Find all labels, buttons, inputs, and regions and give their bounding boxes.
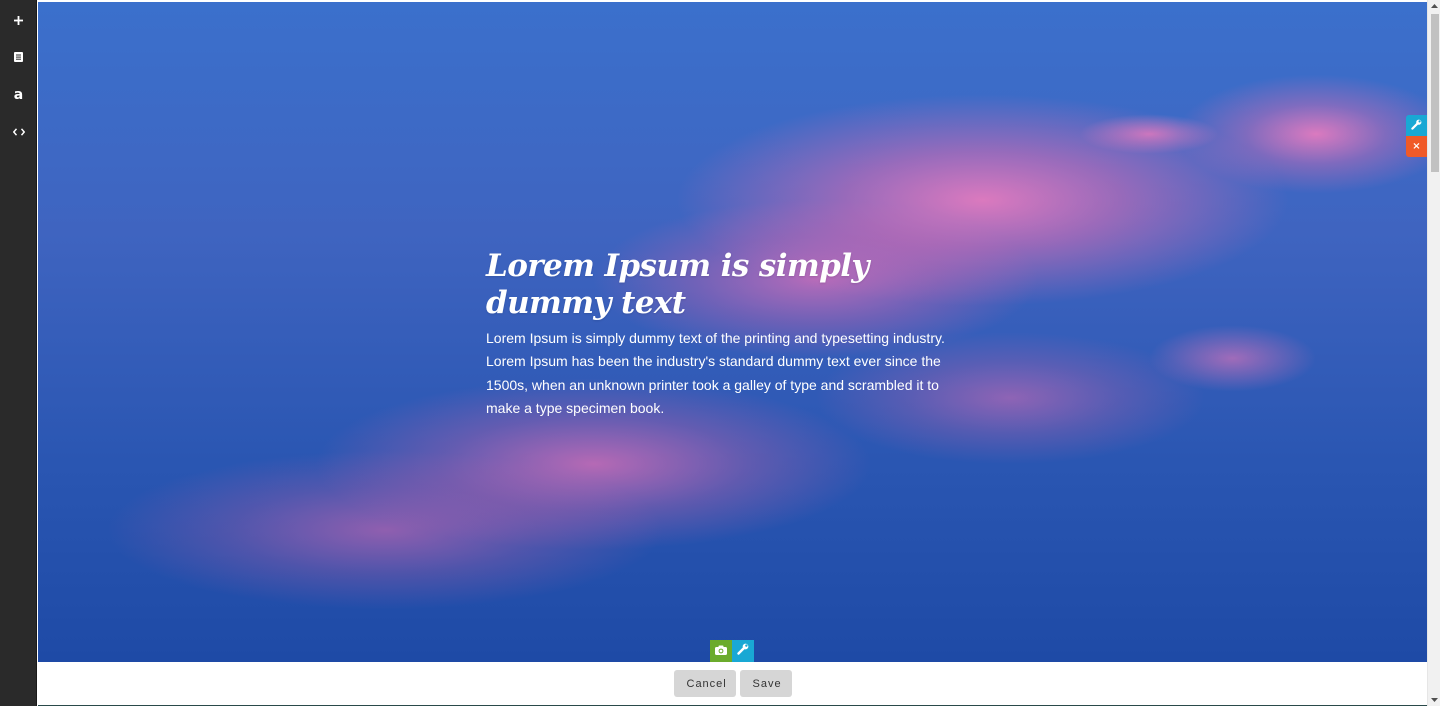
code-icon — [12, 123, 25, 141]
wrench-icon — [1411, 117, 1422, 135]
document-icon — [14, 49, 23, 67]
typography-button[interactable]: a — [0, 76, 37, 113]
background-controls — [710, 640, 754, 662]
wrench-icon — [737, 642, 749, 660]
editor-footer: Cancel Save — [38, 662, 1427, 706]
vertical-scrollbar[interactable] — [1427, 0, 1440, 706]
add-block-button[interactable] — [0, 2, 37, 39]
text-icon: a — [13, 86, 24, 103]
cancel-button[interactable]: Cancel — [673, 670, 736, 697]
hero-paragraph[interactable]: Lorem Ipsum is simply dummy text of the … — [486, 327, 966, 420]
section-settings-button[interactable] — [1406, 115, 1427, 136]
close-icon: × — [1412, 140, 1421, 152]
scroll-up-arrow[interactable] — [1428, 0, 1440, 12]
camera-icon — [715, 642, 727, 660]
plus-icon — [14, 12, 23, 30]
editor-page: a Lorem Ipsum is simply dummy text Lorem… — [0, 0, 1440, 706]
save-button[interactable]: Save — [739, 670, 792, 697]
background-settings-button[interactable] — [732, 640, 754, 662]
remove-section-button[interactable]: × — [1406, 136, 1427, 157]
editor-sidebar: a — [0, 0, 37, 706]
change-background-image-button[interactable] — [710, 640, 732, 662]
hero-section[interactable]: Lorem Ipsum is simply dummy text Lorem I… — [38, 2, 1427, 662]
section-controls: × — [1406, 115, 1427, 157]
hero-title[interactable]: Lorem Ipsum is simply dummy text — [486, 248, 966, 322]
html-code-button[interactable] — [0, 113, 37, 150]
hero-content: Lorem Ipsum is simply dummy text Lorem I… — [486, 248, 966, 420]
content-button[interactable] — [0, 39, 37, 76]
scroll-down-arrow[interactable] — [1428, 694, 1440, 706]
scrollbar-thumb[interactable] — [1431, 14, 1439, 172]
